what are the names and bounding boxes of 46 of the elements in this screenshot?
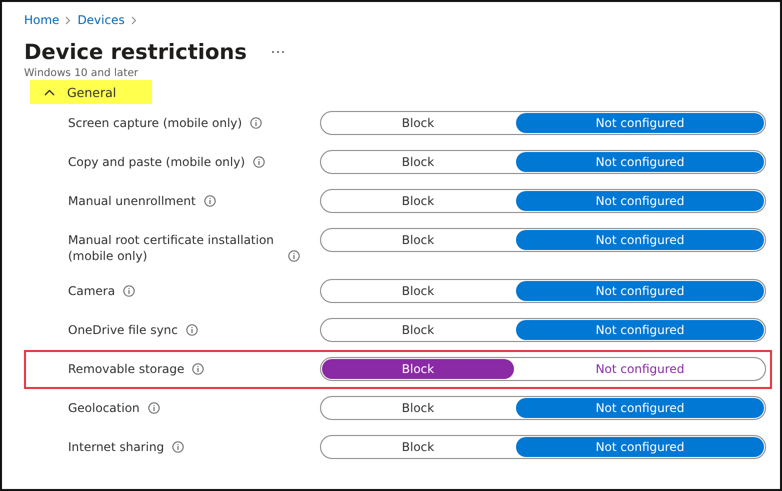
option-toggle[interactable]: Not configured bbox=[516, 113, 764, 133]
breadcrumb-link[interactable]: Home bbox=[24, 13, 60, 27]
option-toggle[interactable]: Block bbox=[322, 359, 514, 379]
page-title: Device restrictions bbox=[24, 39, 247, 66]
setting-label: Internet sharing bbox=[68, 439, 164, 455]
option-toggle[interactable]: Block bbox=[322, 230, 514, 250]
chevron-up-icon bbox=[44, 88, 55, 96]
section-header[interactable]: General bbox=[30, 80, 152, 104]
setting-label: Camera bbox=[68, 283, 116, 299]
info-icon[interactable] bbox=[172, 441, 184, 453]
info-icon[interactable] bbox=[192, 363, 204, 375]
setting-label: Copy and paste (mobile only) bbox=[68, 154, 246, 170]
info-icon[interactable] bbox=[253, 156, 266, 168]
info-icon[interactable] bbox=[186, 324, 198, 336]
setting-label: OneDrive file sync bbox=[68, 322, 178, 338]
option-toggle[interactable]: Not configured bbox=[516, 281, 764, 301]
option-toggle[interactable]: Block bbox=[322, 281, 514, 301]
info-icon[interactable] bbox=[204, 195, 216, 207]
info-icon[interactable] bbox=[288, 250, 300, 262]
setting-label: Manual unenrollment bbox=[68, 193, 196, 209]
option-toggle[interactable]: Block bbox=[322, 398, 514, 418]
option-toggle[interactable]: Block bbox=[322, 113, 514, 133]
chevron-right-icon bbox=[65, 16, 72, 24]
more-icon[interactable] bbox=[270, 50, 285, 54]
page-subtitle: Windows 10 and later bbox=[23, 66, 140, 80]
breadcrumb-link[interactable]: Devices bbox=[77, 13, 125, 27]
option-toggle[interactable]: Not configured bbox=[516, 152, 764, 172]
option-toggle[interactable]: Not configured bbox=[516, 191, 764, 211]
option-toggle[interactable]: Not configured bbox=[516, 320, 764, 340]
option-toggle[interactable]: Block bbox=[322, 191, 514, 211]
setting-label: Manual root certificate installation (mobile only) bbox=[68, 232, 275, 264]
option-toggle[interactable]: Block bbox=[322, 152, 514, 172]
setting-label: Screen capture (mobile only) bbox=[68, 115, 242, 131]
chevron-right-icon bbox=[130, 16, 137, 24]
section-label: General bbox=[67, 84, 116, 100]
info-icon[interactable] bbox=[148, 402, 160, 414]
option-toggle[interactable]: Block bbox=[322, 437, 514, 457]
info-icon[interactable] bbox=[250, 117, 262, 129]
option-toggle[interactable]: Not configured bbox=[516, 398, 764, 418]
option-toggle[interactable]: Not configured bbox=[516, 359, 764, 379]
setting-label: Removable storage bbox=[68, 361, 184, 377]
option-toggle[interactable]: Block bbox=[322, 320, 514, 340]
option-toggle[interactable]: Not configured bbox=[516, 230, 764, 250]
option-toggle[interactable]: Not configured bbox=[516, 437, 764, 457]
info-icon[interactable] bbox=[123, 285, 136, 297]
setting-label: Geolocation bbox=[68, 400, 140, 416]
